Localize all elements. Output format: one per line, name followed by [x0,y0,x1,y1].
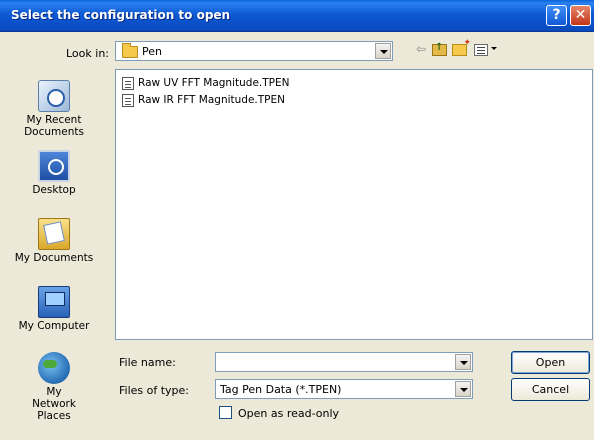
folder-icon [122,43,138,58]
place-label: My Network Places [32,386,76,422]
help-button[interactable]: ? [546,5,567,26]
file-name-label: File name: [119,356,176,369]
places-bar: My Recent Documents Desktop My Documents… [0,70,108,440]
title-bar[interactable]: Select the configuration to open ? ✕ [0,0,594,32]
document-icon [122,94,134,107]
place-label: My Recent Documents [24,114,84,138]
open-dialog: Select the configuration to open ? ✕ Loo… [0,0,594,440]
close-button[interactable]: ✕ [570,5,591,26]
place-label: My Documents [14,252,94,264]
place-desktop[interactable]: Desktop [0,150,108,196]
back-icon[interactable]: ⇦ [416,42,426,57]
look-in-dropdown[interactable]: Pen [115,41,393,61]
cancel-button[interactable]: Cancel [511,378,590,401]
network-places-icon [38,352,70,384]
open-button[interactable]: Open [511,351,590,374]
up-folder-icon[interactable] [432,42,447,56]
chevron-down-icon[interactable] [375,43,391,59]
file-list[interactable]: Raw UV FFT Magnitude.TPEN Raw IR FFT Mag… [115,69,593,340]
new-folder-icon[interactable] [452,38,471,56]
dialog-title: Select the configuration to open [11,8,231,22]
files-of-type-value: Tag Pen Data (*.TPEN) [220,383,342,396]
desktop-icon [38,150,70,182]
views-dropdown-arrow-icon[interactable] [491,47,497,50]
look-in-value: Pen [142,45,162,58]
file-name-input[interactable] [215,352,473,372]
place-my-computer[interactable]: My Computer [0,286,108,332]
read-only-label: Open as read-only [238,407,340,420]
my-computer-icon [38,286,70,318]
document-icon [122,77,134,90]
place-label: My Computer [18,320,90,332]
files-of-type-dropdown[interactable]: Tag Pen Data (*.TPEN) [215,379,473,399]
place-my-documents[interactable]: My Documents [0,218,108,264]
file-name: Raw UV FFT Magnitude.TPEN [138,77,290,89]
my-documents-icon [38,218,70,250]
place-my-network-places[interactable]: My Network Places [0,352,108,422]
help-icon: ? [552,7,561,23]
place-my-recent-documents[interactable]: My Recent Documents [0,80,108,138]
chevron-down-icon[interactable] [455,381,471,397]
views-menu-icon[interactable] [474,44,488,56]
place-label: Desktop [32,184,76,196]
read-only-checkbox[interactable] [219,406,232,419]
look-in-label: Look in: [66,47,109,60]
chevron-down-icon[interactable] [455,354,471,370]
files-of-type-label: Files of type: [119,384,190,397]
recent-documents-icon [38,80,70,112]
file-name: Raw IR FFT Magnitude.TPEN [138,94,285,106]
close-icon: ✕ [574,7,587,23]
